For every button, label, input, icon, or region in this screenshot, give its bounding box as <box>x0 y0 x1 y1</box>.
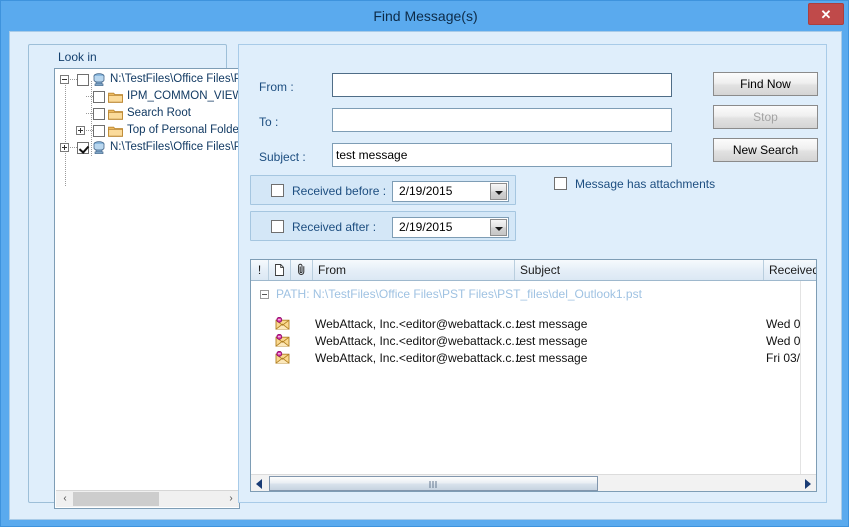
results-vertical-scrollbar[interactable] <box>800 281 816 474</box>
scroll-right-arrow-icon[interactable] <box>805 479 811 489</box>
tree-line-dots <box>86 126 93 135</box>
received-after-date-value: 2/19/2015 <box>399 220 453 234</box>
table-row[interactable]: WebAttack, Inc.<editor@webattack.c... te… <box>251 350 816 366</box>
tree-checkbox[interactable] <box>93 124 105 137</box>
results-column-header: ! From Subject Received <box>251 260 816 281</box>
column-header-subject[interactable]: Subject <box>515 260 764 280</box>
expander-minus-icon[interactable] <box>60 75 69 84</box>
document-icon <box>275 263 284 276</box>
group-collapse-icon[interactable] <box>260 290 269 300</box>
has-attachments-checkbox[interactable] <box>554 177 567 190</box>
close-button[interactable]: ✕ <box>808 3 844 25</box>
results-list[interactable]: SnapFiles ! From Subject Received <box>250 259 817 492</box>
received-before-date-value: 2/19/2015 <box>399 184 453 198</box>
tree-line-dots <box>70 75 77 84</box>
to-input[interactable] <box>332 108 672 132</box>
received-after-label: Received after : <box>292 220 377 234</box>
received-after-checkbox[interactable] <box>271 220 284 233</box>
column-header-attachment[interactable] <box>291 260 313 280</box>
folder-icon <box>108 91 123 103</box>
pst-store-icon <box>92 141 106 154</box>
tree-item-label: Search Root <box>127 107 191 119</box>
expander-plus-icon[interactable] <box>60 143 69 152</box>
look-in-groupbox: Look in N:\TestFiles\Office Files\PST IP… <box>28 44 240 509</box>
received-before-datepicker[interactable]: 2/19/2015 <box>392 181 509 202</box>
tree-item-label: N:\TestFiles\Office Files\PST <box>110 141 239 153</box>
tree-checkbox[interactable] <box>93 90 105 103</box>
tree-checkbox[interactable] <box>93 107 105 120</box>
tree-item-pst-root-1[interactable]: N:\TestFiles\Office Files\PST <box>55 71 239 88</box>
column-header-from[interactable]: From <box>313 260 515 280</box>
folder-icon <box>108 108 123 120</box>
find-messages-window: Find Message(s) ✕ Look in N:\TestFiles\O… <box>0 0 849 527</box>
chevron-down-icon[interactable] <box>490 219 507 236</box>
has-attachments-label: Message has attachments <box>575 177 716 191</box>
table-row[interactable]: WebAttack, Inc.<editor@webattack.c... te… <box>251 333 816 349</box>
folder-icon <box>108 125 123 137</box>
tree-line-dots <box>86 92 93 101</box>
tree-item-pst-root-2[interactable]: N:\TestFiles\Office Files\PST <box>55 139 239 156</box>
folder-tree-panel[interactable]: N:\TestFiles\Office Files\PST IPM_COMMON… <box>54 68 240 509</box>
exclamation-icon: ! <box>257 263 262 277</box>
group-path-label: PATH: N:\TestFiles\Office Files\PST File… <box>276 287 642 301</box>
find-now-button[interactable]: Find Now <box>713 72 818 96</box>
received-before-label: Received before : <box>292 184 387 198</box>
received-before-pane: Received before : 2/19/2015 <box>250 175 516 205</box>
column-header-priority[interactable]: ! <box>251 260 269 280</box>
tree-item-top-of-personal-folders[interactable]: Top of Personal Folders <box>55 122 239 139</box>
tree-item-label: N:\TestFiles\Office Files\PST <box>110 73 239 85</box>
mail-envelope-icon <box>275 316 291 330</box>
from-input[interactable] <box>332 73 672 97</box>
tree-line-dots <box>70 143 77 152</box>
table-row[interactable]: WebAttack, Inc.<editor@webattack.c... te… <box>251 316 816 332</box>
from-label: From : <box>259 80 294 94</box>
results-horizontal-scrollbar[interactable] <box>251 474 816 491</box>
tree-checkbox[interactable] <box>77 73 89 86</box>
chevron-down-icon[interactable] <box>490 183 507 200</box>
subject-input[interactable] <box>332 143 672 167</box>
cell-subject: test message <box>516 334 588 348</box>
received-after-pane: Received after : 2/19/2015 <box>250 211 516 241</box>
cell-from: WebAttack, Inc.<editor@webattack.c... <box>315 317 522 331</box>
tree-checkbox-checked[interactable] <box>77 141 89 154</box>
mail-envelope-icon <box>275 333 291 347</box>
cell-subject: test message <box>516 351 588 365</box>
tree-item-ipm-common-views[interactable]: IPM_COMMON_VIEWS <box>55 88 239 105</box>
tree-rows: N:\TestFiles\Office Files\PST IPM_COMMON… <box>55 71 239 156</box>
subject-label: Subject : <box>259 150 306 164</box>
client-area: Look in N:\TestFiles\Office Files\PST IP… <box>9 31 842 520</box>
window-title: Find Message(s) <box>373 8 478 24</box>
results-scrollbar-thumb[interactable] <box>269 476 598 491</box>
tree-scrollbar-thumb[interactable] <box>73 492 159 506</box>
new-search-button[interactable]: New Search <box>713 138 818 162</box>
paperclip-icon <box>297 264 304 276</box>
tree-item-search-root[interactable]: Search Root <box>55 105 239 122</box>
stop-button: Stop <box>713 105 818 129</box>
cell-from: WebAttack, Inc.<editor@webattack.c... <box>315 334 522 348</box>
cell-subject: test message <box>516 317 588 331</box>
scrollbar-grip-icon <box>429 481 438 488</box>
pst-store-icon <box>92 73 106 86</box>
received-before-checkbox[interactable] <box>271 184 284 197</box>
tree-item-label: Top of Personal Folders <box>127 124 240 136</box>
title-bar: Find Message(s) ✕ <box>1 1 848 31</box>
scroll-right-arrow-icon[interactable]: › <box>223 491 239 507</box>
column-header-type[interactable] <box>269 260 291 280</box>
scroll-left-arrow-icon[interactable]: ‹ <box>57 491 73 507</box>
search-panel: From : To : Subject : Received before : … <box>238 44 827 503</box>
cell-from: WebAttack, Inc.<editor@webattack.c... <box>315 351 522 365</box>
scroll-left-arrow-icon[interactable] <box>256 479 262 489</box>
to-label: To : <box>259 115 279 129</box>
tree-item-label: IPM_COMMON_VIEWS <box>127 90 240 102</box>
mail-envelope-icon <box>275 350 291 364</box>
tree-line-dots <box>86 109 93 118</box>
received-after-datepicker[interactable]: 2/19/2015 <box>392 217 509 238</box>
look-in-legend: Look in <box>55 50 100 64</box>
column-header-received[interactable]: Received <box>764 260 816 280</box>
results-group-path-row[interactable]: PATH: N:\TestFiles\Office Files\PST File… <box>251 284 816 304</box>
tree-horizontal-scrollbar[interactable]: ‹ › <box>56 490 239 507</box>
expander-plus-icon[interactable] <box>76 126 85 135</box>
